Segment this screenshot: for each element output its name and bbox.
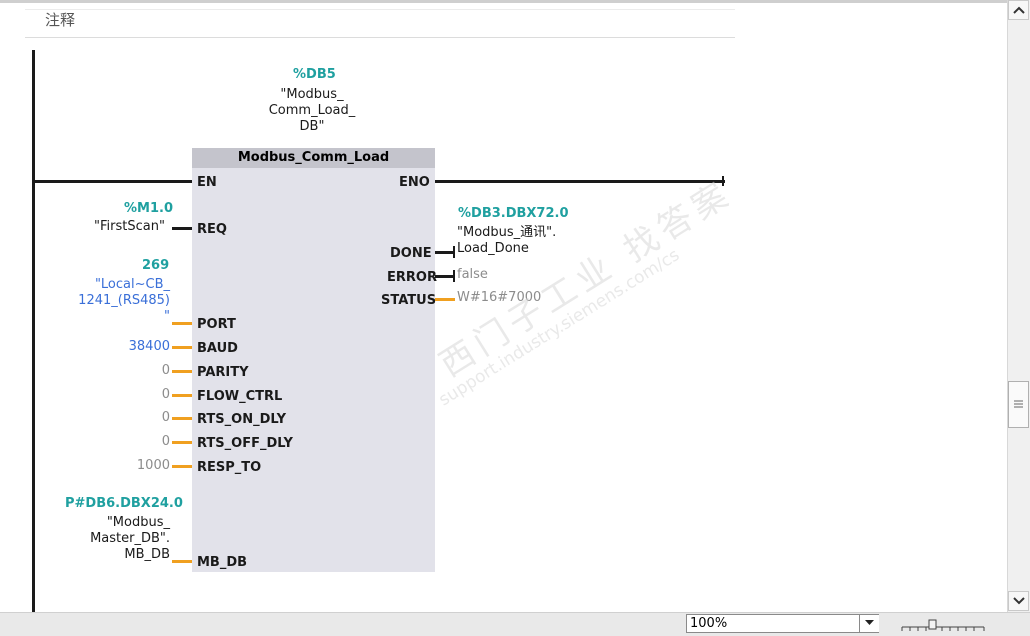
baud-wire (172, 346, 192, 349)
instance-db-name-line: DB" (299, 119, 325, 134)
status-wire (435, 298, 455, 301)
pin-status: STATUS (381, 293, 437, 308)
flow-ctrl-wire (172, 394, 192, 397)
pin-resp-to: RESP_TO (197, 460, 262, 475)
scrollbar-thumb[interactable] (1008, 381, 1029, 428)
mb-db-wire (172, 560, 192, 563)
vertical-scrollbar[interactable] (1007, 0, 1030, 612)
mb-db-symbol-line: MB_DB (124, 547, 170, 562)
done-wire (435, 251, 455, 254)
error-wire (435, 275, 455, 278)
parity-value[interactable]: 0 (60, 363, 170, 378)
function-block[interactable] (192, 148, 435, 572)
req-symbol[interactable]: "FirstScan" (94, 219, 165, 235)
instance-db-name-line: "Modbus_ (280, 87, 344, 102)
pin-baud: BAUD (197, 341, 238, 356)
pin-rts-on-dly: RTS_ON_DLY (197, 412, 287, 427)
error-value[interactable]: false (457, 267, 488, 282)
port-symbol-line: 1241_(RS485) (78, 293, 170, 308)
power-rail (32, 50, 35, 612)
pin-done: DONE (390, 246, 432, 261)
done-symbol-line: Load_Done (457, 241, 529, 256)
pin-port: PORT (197, 317, 236, 332)
port-symbol-line: " (164, 309, 170, 324)
resp-to-value[interactable]: 1000 (60, 458, 170, 473)
mb-db-tag[interactable]: P#DB6.DBX24.0 (65, 496, 183, 511)
pin-mb-db: MB_DB (197, 555, 248, 570)
instance-db-address[interactable]: %DB5 (293, 67, 336, 82)
instance-db-name[interactable]: "Modbus_ Comm_Load_ DB" (262, 87, 362, 135)
pin-error: ERROR (387, 270, 437, 285)
req-tag[interactable]: %M1.0 (124, 201, 173, 216)
req-wire (172, 227, 192, 230)
pin-en: EN (197, 175, 217, 190)
port-value[interactable]: 269 (142, 258, 169, 273)
zoom-slider[interactable] (900, 618, 986, 632)
baud-value[interactable]: 38400 (60, 339, 170, 355)
function-block-title[interactable]: Modbus_Comm_Load (192, 148, 435, 168)
network-comment[interactable]: 注释 (45, 9, 75, 30)
rts-off-dly-wire (172, 441, 192, 444)
parity-wire (172, 370, 192, 373)
done-symbol-line: "Modbus_通讯". (457, 225, 557, 240)
done-wire-end (453, 246, 455, 258)
resp-to-wire (172, 465, 192, 468)
port-symbol-line: "Local~CB_ (94, 277, 170, 292)
pin-parity: PARITY (197, 365, 249, 380)
pin-rts-off-dly: RTS_OFF_DLY (197, 436, 293, 451)
top-border (0, 0, 1007, 3)
comment-divider (25, 37, 735, 38)
mb-db-symbol-line: Master_DB". (90, 531, 170, 546)
port-wire (172, 322, 192, 325)
error-wire-end (453, 270, 455, 282)
pin-req: REQ (197, 222, 227, 237)
done-symbol[interactable]: "Modbus_通讯". Load_Done (457, 225, 556, 257)
instance-db-name-line: Comm_Load_ (268, 103, 356, 118)
mb-db-symbol[interactable]: "Modbus_ Master_DB". MB_DB (60, 515, 170, 563)
status-value[interactable]: W#16#7000 (457, 290, 541, 305)
done-tag[interactable]: %DB3.DBX72.0 (458, 206, 569, 221)
mb-db-symbol-line: "Modbus_ (106, 515, 170, 530)
comment-top-border (25, 9, 735, 10)
rts-off-dly-value[interactable]: 0 (60, 434, 170, 449)
rts-on-dly-value[interactable]: 0 (60, 410, 170, 425)
chevron-down-icon[interactable] (859, 615, 879, 632)
arrow-down-icon[interactable] (1008, 591, 1029, 611)
pin-eno: ENO (399, 175, 430, 190)
flow-ctrl-value[interactable]: 0 (60, 387, 170, 402)
rts-on-dly-wire (172, 417, 192, 420)
pin-flow-ctrl: FLOW_CTRL (197, 389, 283, 404)
grip-icon (1014, 400, 1023, 408)
arrow-up-icon[interactable] (1008, 0, 1029, 20)
eno-wire[interactable] (435, 180, 725, 183)
port-symbol[interactable]: "Local~CB_ 1241_(RS485) " (60, 277, 170, 325)
en-wire[interactable] (33, 180, 192, 183)
zoom-value[interactable]: 100% (690, 616, 727, 631)
eno-wire-end (722, 176, 724, 186)
